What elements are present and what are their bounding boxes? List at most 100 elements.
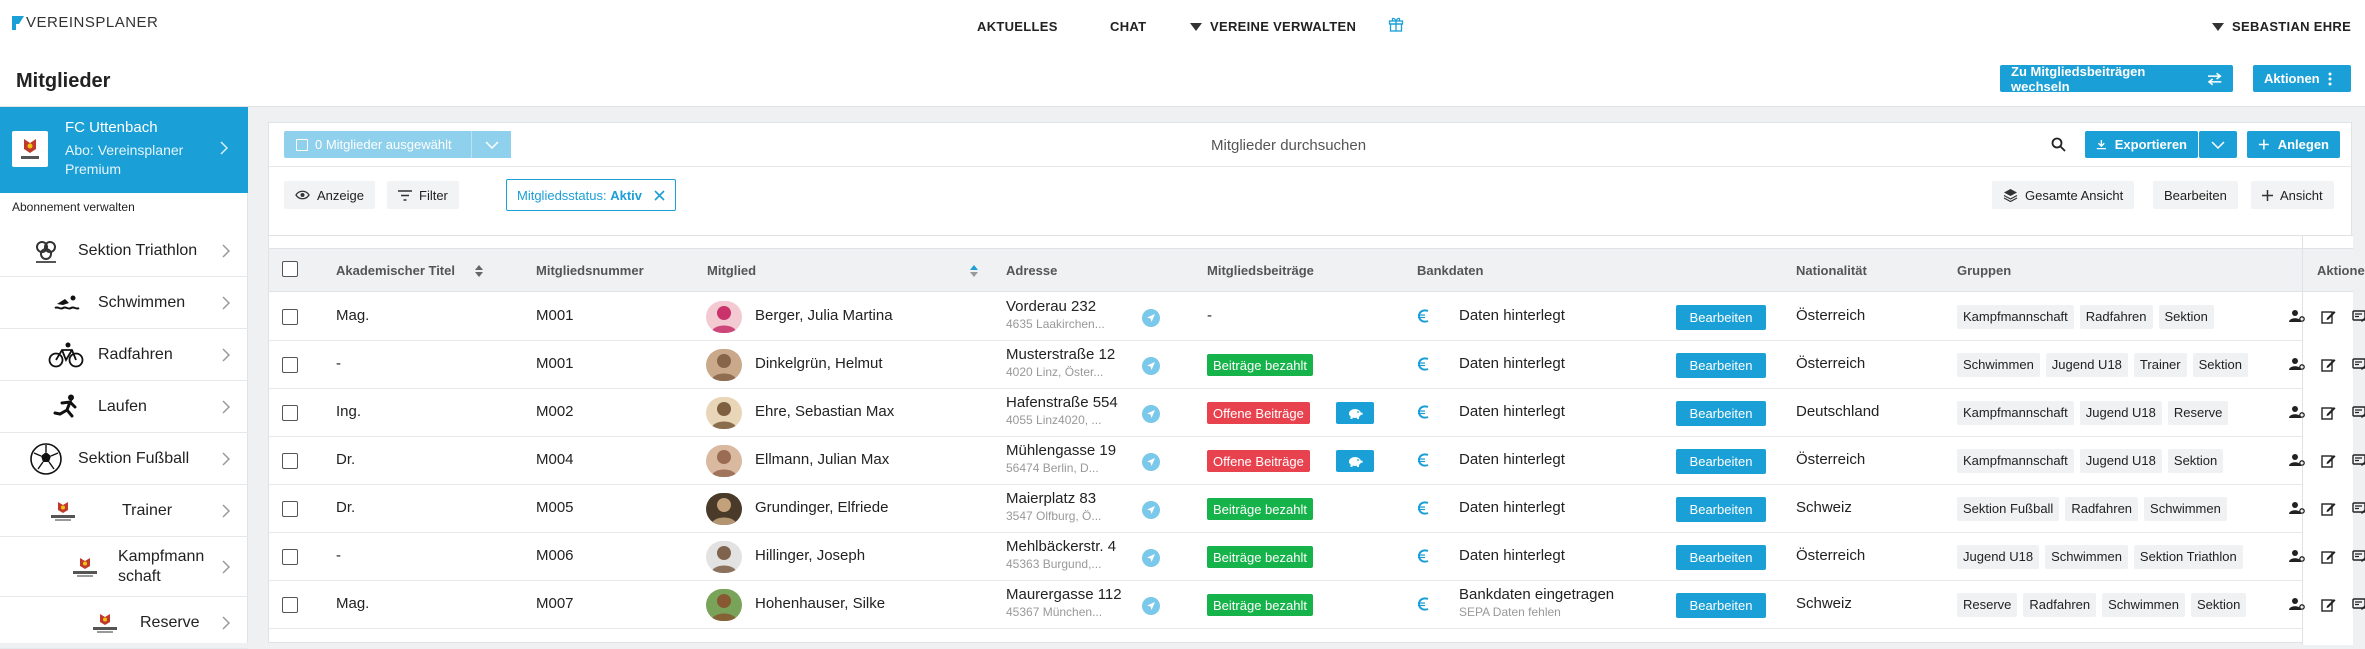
group-tag[interactable]: Schwimmen	[2102, 593, 2185, 617]
edit-icon[interactable]	[2321, 405, 2336, 420]
nav-aktuelles[interactable]: AKTUELLES	[977, 19, 1058, 34]
cell-member-name[interactable]: Hohenhauser, Silke	[755, 595, 885, 612]
group-tag[interactable]: Jugend U18	[1957, 545, 2040, 569]
display-options-button[interactable]: Anzeige	[284, 181, 375, 209]
edit-bank-button[interactable]: Bearbeiten	[1676, 593, 1766, 618]
navigate-icon[interactable]	[1142, 309, 1160, 327]
vereinsplaner-logo[interactable]: VEREINSPLANER	[12, 14, 158, 31]
edit-card-icon[interactable]	[2352, 549, 2365, 563]
active-filter-tag[interactable]: Mitgliedsstatus: Aktiv	[506, 179, 677, 211]
table-row[interactable]: - M006 Hillinger, Joseph Mehlbäckerstr. 4 45…	[269, 533, 2353, 581]
nav-vereine-verwalten[interactable]: VEREINE VERWALTEN	[1190, 19, 1356, 34]
row-checkbox[interactable]	[282, 501, 298, 517]
assign-user-icon[interactable]	[2289, 453, 2305, 467]
filter-button[interactable]: Filter	[387, 181, 459, 209]
avatar[interactable]	[706, 349, 742, 381]
col-nationality[interactable]: Nationalität	[1796, 263, 1867, 278]
edit-icon[interactable]	[2321, 453, 2336, 468]
edit-icon[interactable]	[2321, 501, 2336, 516]
edit-card-icon[interactable]	[2352, 453, 2365, 467]
row-checkbox[interactable]	[282, 597, 298, 613]
assign-user-icon[interactable]	[2289, 405, 2305, 419]
group-tag[interactable]: Jugend U18	[2079, 449, 2162, 473]
group-tag[interactable]: Trainer	[2133, 353, 2187, 377]
row-checkbox[interactable]	[282, 453, 298, 469]
sidebar-item[interactable]: Radfahren	[0, 329, 248, 381]
edit-bank-button[interactable]: Bearbeiten	[1676, 401, 1766, 426]
edit-icon[interactable]	[2321, 597, 2336, 612]
edit-card-icon[interactable]	[2352, 357, 2365, 371]
table-row[interactable]: Dr. M004 Ellmann, Julian Max Mühlengasse 19…	[269, 437, 2353, 485]
row-checkbox[interactable]	[282, 549, 298, 565]
col-bank[interactable]: Bankdaten	[1417, 263, 1483, 278]
search-input[interactable]: Mitglieder durchsuchen	[1211, 137, 1366, 154]
edit-icon[interactable]	[2321, 309, 2336, 324]
selection-dropdown-toggle[interactable]	[471, 131, 511, 158]
table-row[interactable]: Dr. M005 Grundinger, Elfriede Maierplatz 83…	[269, 485, 2353, 533]
add-view-button[interactable]: Ansicht	[2251, 181, 2334, 209]
group-tag[interactable]: Radfahren	[2079, 305, 2153, 329]
row-checkbox[interactable]	[282, 357, 298, 373]
edit-bank-button[interactable]: Bearbeiten	[1676, 353, 1766, 378]
row-checkbox[interactable]	[282, 405, 298, 421]
group-tag[interactable]: Sektion Fußball	[1957, 497, 2060, 521]
sort-ascending-icon[interactable]	[970, 264, 979, 277]
sidebar-item[interactable]: Schwimmen	[0, 277, 248, 329]
row-checkbox[interactable]	[282, 309, 298, 325]
table-row[interactable]: - M001 Dinkelgrün, Helmut Musterstraße 12 40…	[269, 341, 2353, 389]
navigate-icon[interactable]	[1142, 597, 1160, 615]
actions-menu-button[interactable]: Aktionen	[2253, 65, 2351, 92]
group-tag[interactable]: Schwimmen	[1957, 353, 2040, 377]
edit-bank-button[interactable]: Bearbeiten	[1676, 449, 1766, 474]
navigate-icon[interactable]	[1142, 549, 1160, 567]
avatar[interactable]	[706, 445, 742, 477]
avatar[interactable]	[706, 541, 742, 573]
group-tag[interactable]: Schwimmen	[2144, 497, 2227, 521]
navigate-icon[interactable]	[1142, 453, 1160, 471]
navigate-icon[interactable]	[1142, 357, 1160, 375]
group-tag[interactable]: Sektion	[2158, 305, 2214, 329]
navigate-icon[interactable]	[1142, 501, 1160, 519]
edit-icon[interactable]	[2321, 549, 2336, 564]
cell-member-name[interactable]: Hillinger, Joseph	[755, 547, 865, 564]
sidebar-item[interactable]: Reserve	[0, 597, 248, 649]
selection-dropdown[interactable]: 0 Mitglieder ausgewählt	[284, 131, 511, 158]
group-tag[interactable]: Jugend U18	[2045, 353, 2128, 377]
edit-bank-button[interactable]: Bearbeiten	[1676, 545, 1766, 570]
select-all-checkbox[interactable]	[282, 261, 298, 277]
col-academic-title[interactable]: Akademischer Titel	[336, 263, 483, 278]
group-tag[interactable]: Kampfmannschaft	[1957, 401, 2074, 425]
group-tag[interactable]: Sektion	[2167, 449, 2224, 473]
cell-member-name[interactable]: Grundinger, Elfriede	[755, 499, 888, 516]
cell-member-name[interactable]: Ehre, Sebastian Max	[755, 403, 894, 420]
group-tag[interactable]: Radfahren	[2023, 593, 2097, 617]
table-row[interactable]: Mag. M001 Berger, Julia Martina Vorderau 23…	[269, 293, 2353, 341]
sidebar-item[interactable]: Sektion Fußball	[0, 433, 248, 485]
edit-view-button[interactable]: Bearbeiten	[2153, 181, 2238, 209]
edit-card-icon[interactable]	[2352, 597, 2365, 611]
sort-icon[interactable]	[474, 264, 483, 277]
cell-member-name[interactable]: Dinkelgrün, Helmut	[755, 355, 883, 372]
group-tag[interactable]: Jugend U18	[2079, 401, 2162, 425]
club-switcher[interactable]: FC Uttenbach Abo: Vereinsplaner Premium	[0, 107, 248, 193]
sidebar-item[interactable]: Kampfmann schaft	[0, 537, 248, 597]
avatar[interactable]	[706, 397, 742, 429]
sidebar-item[interactable]: Trainer	[0, 485, 248, 537]
create-member-button[interactable]: Anlegen	[2247, 131, 2340, 158]
col-member[interactable]: Mitglied	[707, 263, 979, 278]
avatar[interactable]	[706, 589, 742, 621]
group-tag[interactable]: Reserve	[1957, 593, 2018, 617]
total-view-button[interactable]: Gesamte Ansicht	[1992, 181, 2135, 209]
col-fees[interactable]: Mitgliedsbeiträge	[1207, 263, 1314, 278]
edit-bank-button[interactable]: Bearbeiten	[1676, 305, 1766, 330]
export-dropdown-toggle[interactable]	[2199, 131, 2237, 158]
edit-card-icon[interactable]	[2352, 309, 2365, 323]
assign-user-icon[interactable]	[2289, 309, 2305, 323]
piggy-bank-button[interactable]	[1336, 450, 1374, 472]
table-row[interactable]: Mag. M007 Hohenhauser, Silke Maurergasse 11…	[269, 581, 2353, 629]
navigate-icon[interactable]	[1142, 405, 1160, 423]
group-tag[interactable]: Radfahren	[2065, 497, 2139, 521]
cell-member-name[interactable]: Ellmann, Julian Max	[755, 451, 889, 468]
search-icon[interactable]	[2051, 137, 2066, 152]
switch-to-fees-button[interactable]: Zu Mitgliedsbeiträgen wechseln	[2000, 64, 2233, 94]
